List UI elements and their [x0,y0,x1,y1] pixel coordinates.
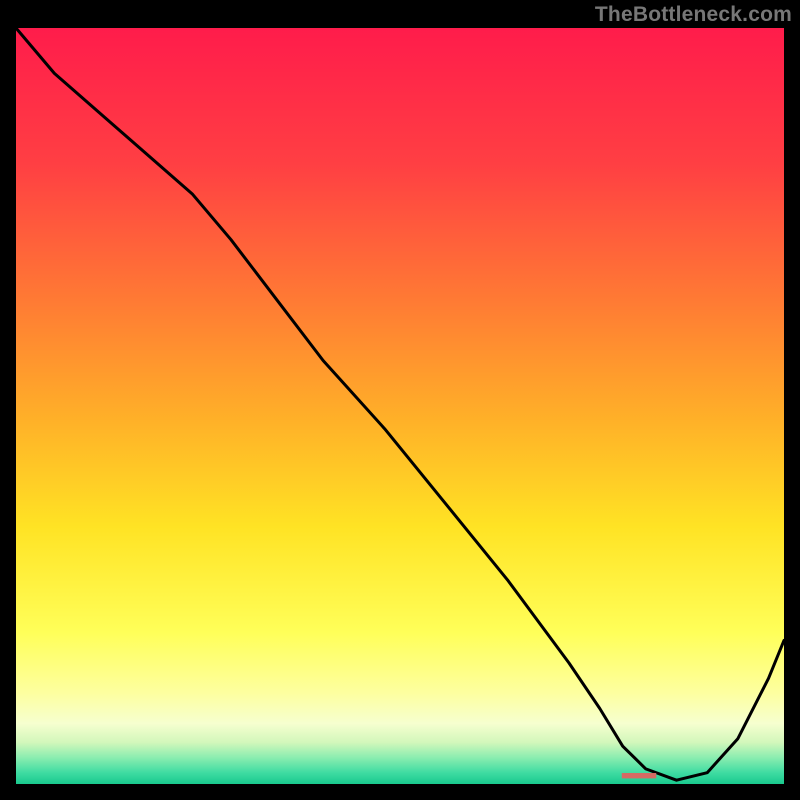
plot-area: ■■■■■■■■■ [16,28,784,784]
chart-svg [16,28,784,784]
chart-frame: TheBottleneck.com ■■■■■■■■■ [0,0,800,800]
watermark-label: TheBottleneck.com [595,3,792,27]
optimum-marker: ■■■■■■■■■ [621,770,654,782]
